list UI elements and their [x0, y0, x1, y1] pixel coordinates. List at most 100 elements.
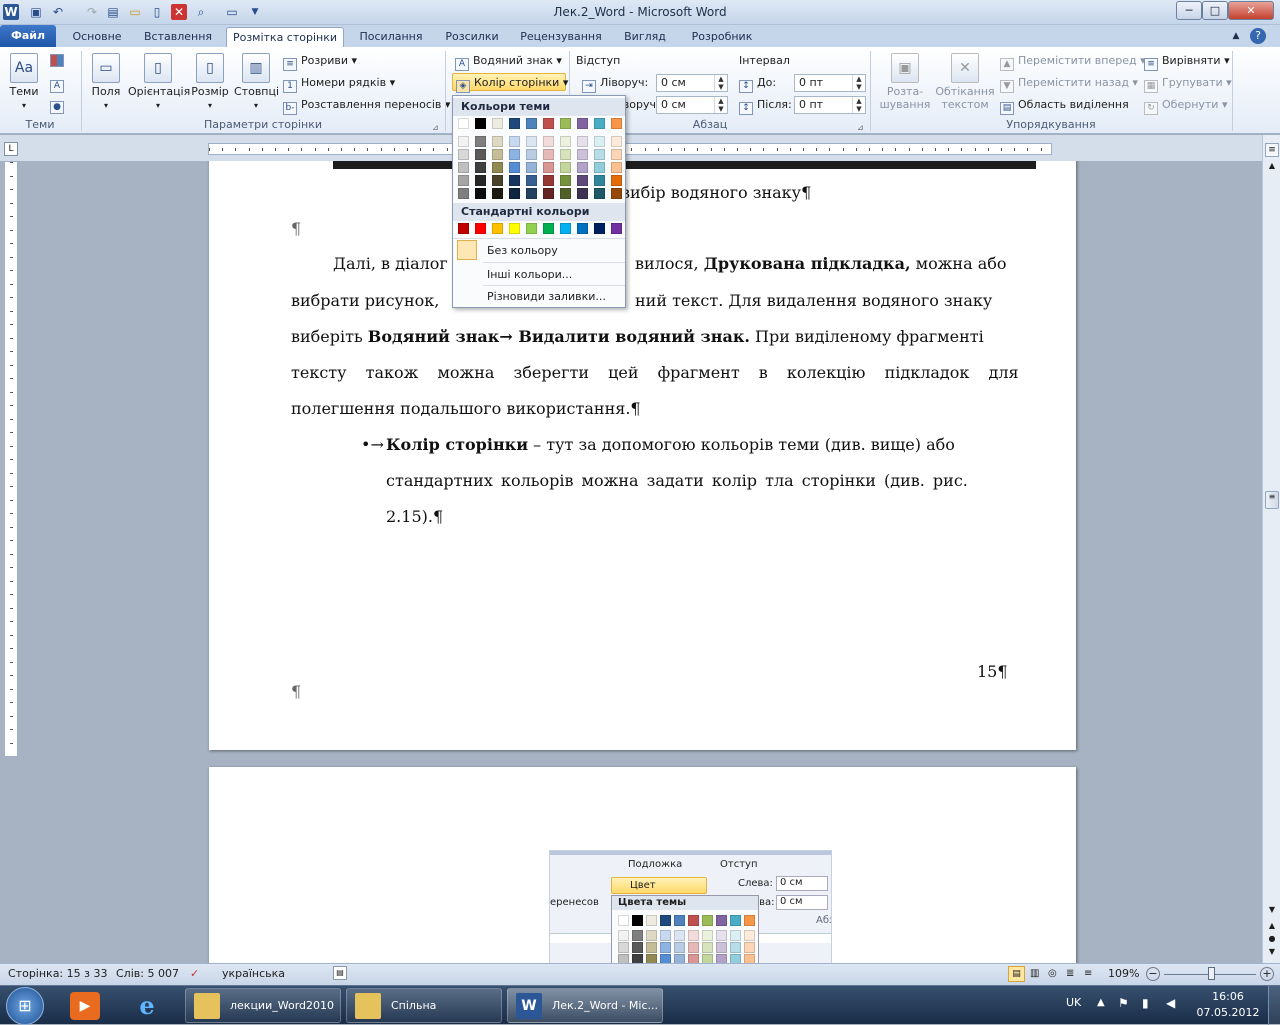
help-icon[interactable]: ? — [1250, 28, 1266, 44]
vertical-ruler[interactable] — [4, 161, 18, 757]
color-swatch[interactable] — [730, 942, 741, 953]
minimize-button[interactable]: ─ — [1176, 1, 1202, 20]
color-swatch[interactable] — [560, 149, 571, 160]
color-swatch[interactable] — [526, 149, 537, 160]
margins-button[interactable]: ▭ Поля ▾ — [88, 53, 124, 111]
color-swatch[interactable] — [560, 136, 571, 147]
color-swatch[interactable] — [492, 188, 503, 199]
color-swatch[interactable] — [492, 175, 503, 186]
color-swatch[interactable] — [543, 223, 554, 234]
scroll-up-icon[interactable]: ▲ — [1265, 161, 1279, 175]
color-swatch[interactable] — [594, 223, 605, 234]
keyboard-language[interactable]: UK — [1066, 996, 1081, 1009]
color-swatch[interactable] — [594, 118, 605, 129]
color-swatch[interactable] — [632, 954, 643, 963]
color-swatch[interactable] — [744, 915, 755, 926]
color-swatch[interactable] — [509, 175, 520, 186]
color-swatch[interactable] — [577, 149, 588, 160]
color-swatch[interactable] — [526, 223, 537, 234]
color-swatch[interactable] — [611, 149, 622, 160]
color-swatch[interactable] — [560, 175, 571, 186]
tab-page-layout[interactable]: Розмітка сторінки — [226, 27, 344, 47]
tab-references[interactable]: Посилання — [351, 27, 431, 47]
color-swatch[interactable] — [632, 930, 643, 941]
color-swatch[interactable] — [646, 942, 657, 953]
color-swatch[interactable] — [702, 915, 713, 926]
color-swatch[interactable] — [526, 162, 537, 173]
tab-developer[interactable]: Розробник — [685, 27, 759, 47]
more-colors-item[interactable]: Інші кольори... — [487, 268, 572, 281]
color-swatch[interactable] — [674, 942, 685, 953]
taskbar-word[interactable]: W Лек.2_Word - Mic... — [507, 988, 663, 1023]
color-swatch[interactable] — [744, 930, 755, 941]
line-numbers-button[interactable]: 1 Номери рядків ▾ — [283, 74, 395, 93]
color-swatch[interactable] — [577, 175, 588, 186]
theme-fonts-button[interactable]: A — [50, 74, 68, 93]
color-swatch[interactable] — [577, 188, 588, 199]
color-swatch[interactable] — [526, 118, 537, 129]
theme-effects-button[interactable]: ● — [50, 95, 68, 114]
color-swatch[interactable] — [526, 188, 537, 199]
color-swatch[interactable] — [674, 954, 685, 963]
color-swatch[interactable] — [543, 188, 554, 199]
word-count[interactable]: Слів: 5 007 — [116, 964, 179, 984]
vertical-scrollbar[interactable]: ≡ ▲ ≡ ▼ ▲ ● ▼ — [1262, 135, 1280, 963]
network-icon[interactable]: ▮ — [1142, 996, 1149, 1010]
collapse-ribbon-icon[interactable]: ▲ — [1228, 27, 1244, 47]
color-swatch[interactable] — [688, 954, 699, 963]
scroll-thumb[interactable]: ≡ — [1265, 491, 1279, 509]
color-swatch[interactable] — [560, 118, 571, 129]
color-swatch[interactable] — [543, 149, 554, 160]
color-swatch[interactable] — [458, 188, 469, 199]
tray-expand-icon[interactable]: ▲ — [1097, 997, 1105, 1008]
page-color-button[interactable]: ◈ Колір сторінки ▾ — [452, 73, 568, 93]
show-desktop-button[interactable] — [1268, 986, 1280, 1025]
color-swatch[interactable] — [744, 954, 755, 963]
color-swatch[interactable] — [660, 954, 671, 963]
tab-insert[interactable]: Вставлення — [137, 27, 219, 47]
color-swatch[interactable] — [646, 954, 657, 963]
color-swatch[interactable] — [526, 136, 537, 147]
spacing-after-input[interactable]: 0 пт ▲ ▼ — [794, 96, 866, 114]
color-swatch[interactable] — [660, 915, 671, 926]
selection-pane-button[interactable]: ▤ Область виділення — [1000, 96, 1129, 115]
orientation-button[interactable]: ▯ Орієнтація ▾ — [128, 53, 190, 111]
color-swatch[interactable] — [594, 188, 605, 199]
position-button[interactable]: ▣ Розта-шування — [876, 53, 934, 111]
color-swatch[interactable] — [475, 188, 486, 199]
color-swatch[interactable] — [611, 162, 622, 173]
rotate-button[interactable]: ↻ Обернути ▾ — [1144, 96, 1227, 115]
color-swatch[interactable] — [716, 915, 727, 926]
zoom-out-icon[interactable]: − — [1146, 967, 1160, 981]
hyphenation-button[interactable]: b- Розставлення переносів ▾ — [283, 96, 450, 115]
macro-record-icon[interactable]: ▤ — [333, 966, 347, 980]
start-button-icon[interactable]: ⊞ — [6, 987, 44, 1025]
color-swatch[interactable] — [594, 175, 605, 186]
color-swatch[interactable] — [594, 162, 605, 173]
color-swatch[interactable] — [509, 136, 520, 147]
color-swatch[interactable] — [688, 942, 699, 953]
fill-effects-item[interactable]: Різновиди заливки... — [487, 290, 606, 303]
color-swatch[interactable] — [716, 930, 727, 941]
color-swatch[interactable] — [594, 149, 605, 160]
color-swatch[interactable] — [492, 118, 503, 129]
volume-icon[interactable]: ◀ — [1166, 996, 1175, 1010]
close-button[interactable]: ✕ — [1228, 1, 1274, 20]
themes-button[interactable]: Aa Теми ▾ — [8, 53, 40, 111]
theme-colors-button[interactable] — [50, 53, 68, 71]
color-swatch[interactable] — [702, 942, 713, 953]
color-swatch[interactable] — [458, 149, 469, 160]
color-swatch[interactable] — [618, 930, 629, 941]
color-swatch[interactable] — [674, 930, 685, 941]
tab-home[interactable]: Основне — [63, 27, 131, 47]
zoom-in-icon[interactable]: + — [1260, 967, 1274, 981]
color-swatch[interactable] — [560, 162, 571, 173]
color-swatch[interactable] — [674, 915, 685, 926]
color-swatch[interactable] — [611, 136, 622, 147]
wrap-text-button[interactable]: ✕ Обтікання текстом — [934, 53, 996, 111]
color-swatch[interactable] — [492, 223, 503, 234]
group-button[interactable]: ▦ Групувати ▾ — [1144, 74, 1232, 93]
tab-review[interactable]: Рецензування — [515, 27, 607, 47]
draft-icon[interactable]: ≡ — [1084, 964, 1092, 984]
taskbar-folder-lectures[interactable]: лекции_Word2010 — [185, 988, 341, 1023]
